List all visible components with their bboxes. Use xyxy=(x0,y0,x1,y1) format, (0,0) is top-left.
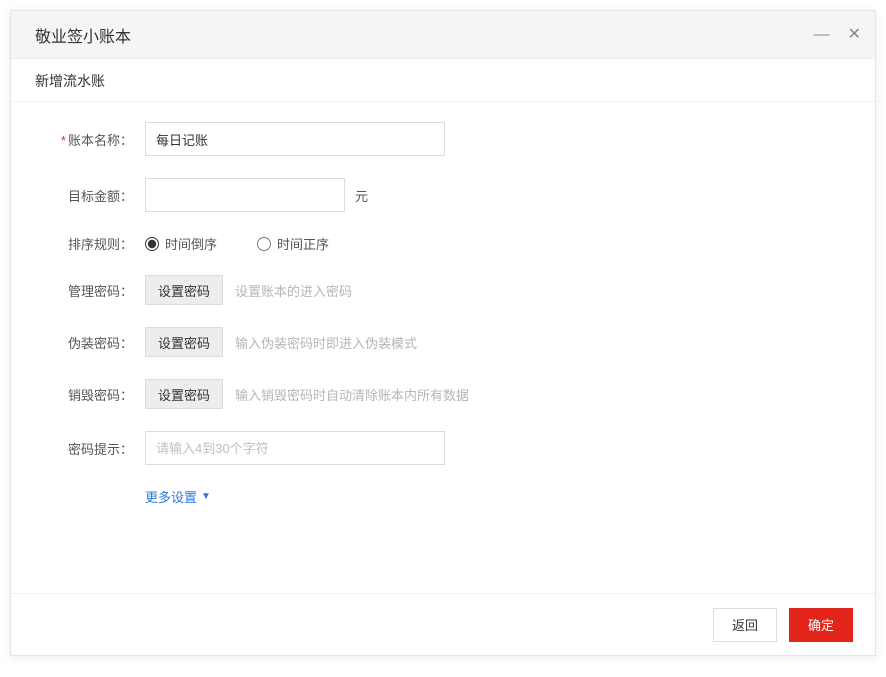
titlebar-title: 敬业签小账本 xyxy=(35,23,131,47)
row-sort-rule: 排序规则： 时间倒序 时间正序 xyxy=(35,234,851,253)
radio-time-asc-input[interactable] xyxy=(257,237,271,251)
set-destroy-password-button[interactable]: 设置密码 xyxy=(145,379,223,409)
set-admin-password-button[interactable]: 设置密码 xyxy=(145,275,223,305)
subheader: 新增流水账 xyxy=(11,59,875,102)
radio-time-desc-input[interactable] xyxy=(145,237,159,251)
required-icon: * xyxy=(61,133,66,148)
currency-unit: 元 xyxy=(355,186,368,205)
more-settings-text: 更多设置 xyxy=(145,487,197,506)
row-more-settings: 更多设置 ▼ xyxy=(35,487,851,506)
minimize-icon[interactable]: — xyxy=(814,27,830,43)
dialog-footer: 返回 确定 xyxy=(11,593,875,655)
label-admin-password: 管理密码： xyxy=(35,281,145,300)
radio-time-asc[interactable]: 时间正序 xyxy=(257,234,329,253)
label-fake-password: 伪装密码： xyxy=(35,333,145,352)
row-ledger-name: *账本名称： xyxy=(35,122,851,156)
admin-password-hint: 设置账本的进入密码 xyxy=(235,281,352,300)
dialog-window: 敬业签小账本 — ✕ 新增流水账 *账本名称： 目标金额： 元 排序规则： 时间… xyxy=(10,10,876,656)
password-hint-input[interactable] xyxy=(145,431,445,465)
radio-time-desc[interactable]: 时间倒序 xyxy=(145,234,217,253)
destroy-password-hint: 输入销毁密码时自动清除账本内所有数据 xyxy=(235,385,469,404)
ledger-name-input[interactable] xyxy=(145,122,445,156)
radio-time-asc-label: 时间正序 xyxy=(277,234,329,253)
form-area: *账本名称： 目标金额： 元 排序规则： 时间倒序 时间正序 xyxy=(11,102,875,593)
target-amount-input[interactable] xyxy=(145,178,345,212)
back-button[interactable]: 返回 xyxy=(713,608,777,642)
row-admin-password: 管理密码： 设置密码 设置账本的进入密码 xyxy=(35,275,851,305)
radio-time-desc-label: 时间倒序 xyxy=(165,234,217,253)
fake-password-hint: 输入伪装密码时即进入伪装模式 xyxy=(235,333,417,352)
row-fake-password: 伪装密码： 设置密码 输入伪装密码时即进入伪装模式 xyxy=(35,327,851,357)
window-controls: — ✕ xyxy=(814,27,861,43)
label-password-hint: 密码提示： xyxy=(35,439,145,458)
row-password-hint: 密码提示： xyxy=(35,431,851,465)
set-fake-password-button[interactable]: 设置密码 xyxy=(145,327,223,357)
titlebar: 敬业签小账本 — ✕ xyxy=(11,11,875,59)
sort-radio-group: 时间倒序 时间正序 xyxy=(145,234,329,253)
close-icon[interactable]: ✕ xyxy=(848,27,861,43)
row-target-amount: 目标金额： 元 xyxy=(35,178,851,212)
chevron-down-icon: ▼ xyxy=(201,491,211,502)
label-target-amount: 目标金额： xyxy=(35,186,145,205)
row-destroy-password: 销毁密码： 设置密码 输入销毁密码时自动清除账本内所有数据 xyxy=(35,379,851,409)
label-destroy-password: 销毁密码： xyxy=(35,385,145,404)
confirm-button[interactable]: 确定 xyxy=(789,608,853,642)
label-ledger-name: *账本名称： xyxy=(35,130,145,149)
more-settings-link[interactable]: 更多设置 ▼ xyxy=(145,487,211,506)
label-sort-rule: 排序规则： xyxy=(35,234,145,253)
